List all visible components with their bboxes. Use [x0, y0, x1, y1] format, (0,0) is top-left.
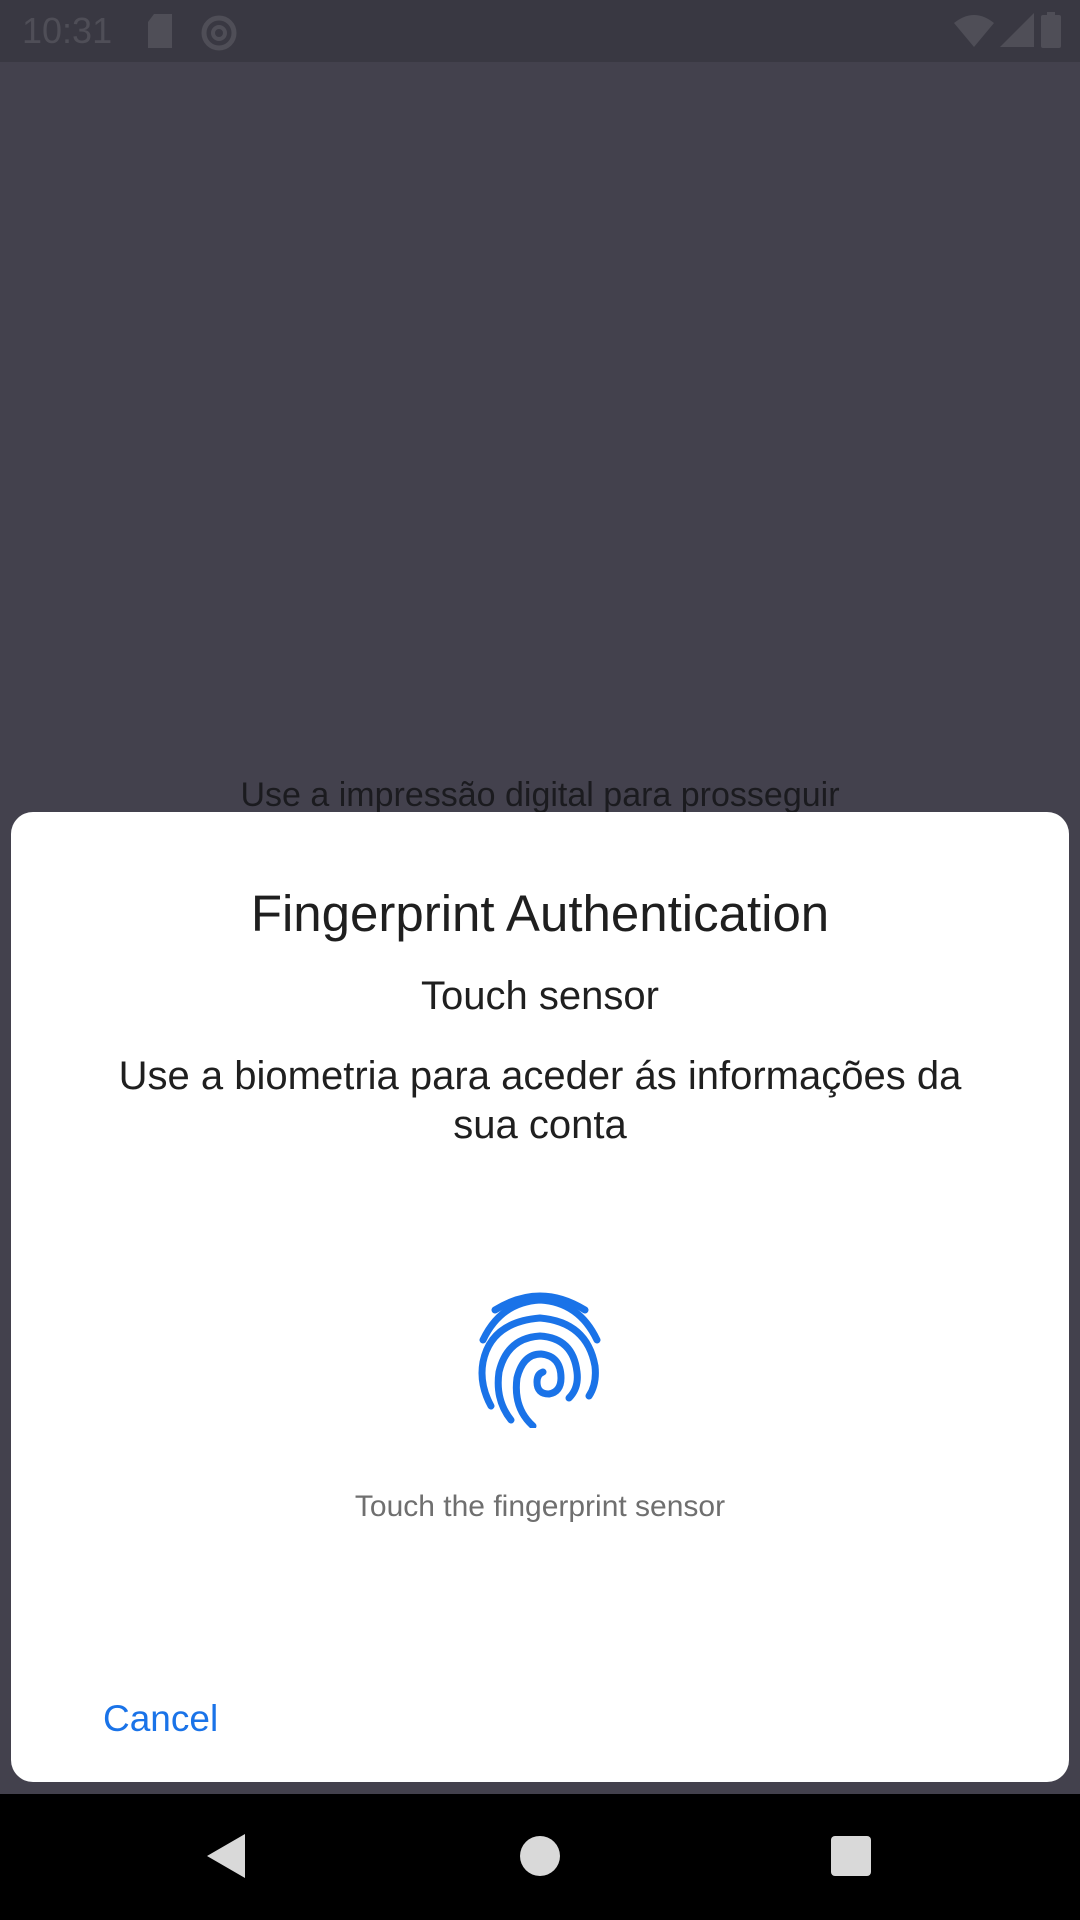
status-icons: [954, 12, 1062, 53]
home-icon[interactable]: [520, 1836, 560, 1876]
status-time: 10:31: [22, 10, 113, 51]
back-icon[interactable]: [205, 1832, 247, 1885]
dialog-help-text: Touch the fingerprint sensor: [354, 1490, 726, 1523]
background-prompt-text: Use a impressão digital para prosseguir: [240, 776, 840, 814]
dialog-description: Use a biometria para aceder ás informaçõ…: [118, 1054, 962, 1147]
sd-card-icon: [146, 14, 174, 53]
cancel-button[interactable]: Cancel: [103, 1698, 218, 1740]
cell-signal-icon: [1000, 13, 1034, 52]
recents-icon[interactable]: [831, 1836, 871, 1876]
battery-icon: [1040, 12, 1062, 53]
dialog-subtitle: Touch sensor: [421, 974, 659, 1018]
data-saver-icon: [200, 14, 238, 57]
wifi-icon: [954, 13, 994, 52]
fingerprint-icon: [477, 1288, 603, 1430]
navigation-bar: [0, 1794, 1080, 1920]
dialog-title: Fingerprint Authentication: [250, 885, 830, 942]
status-bar: 10:31: [0, 0, 1080, 62]
fingerprint-dialog: Fingerprint Authentication Touch sensor …: [11, 812, 1069, 1782]
